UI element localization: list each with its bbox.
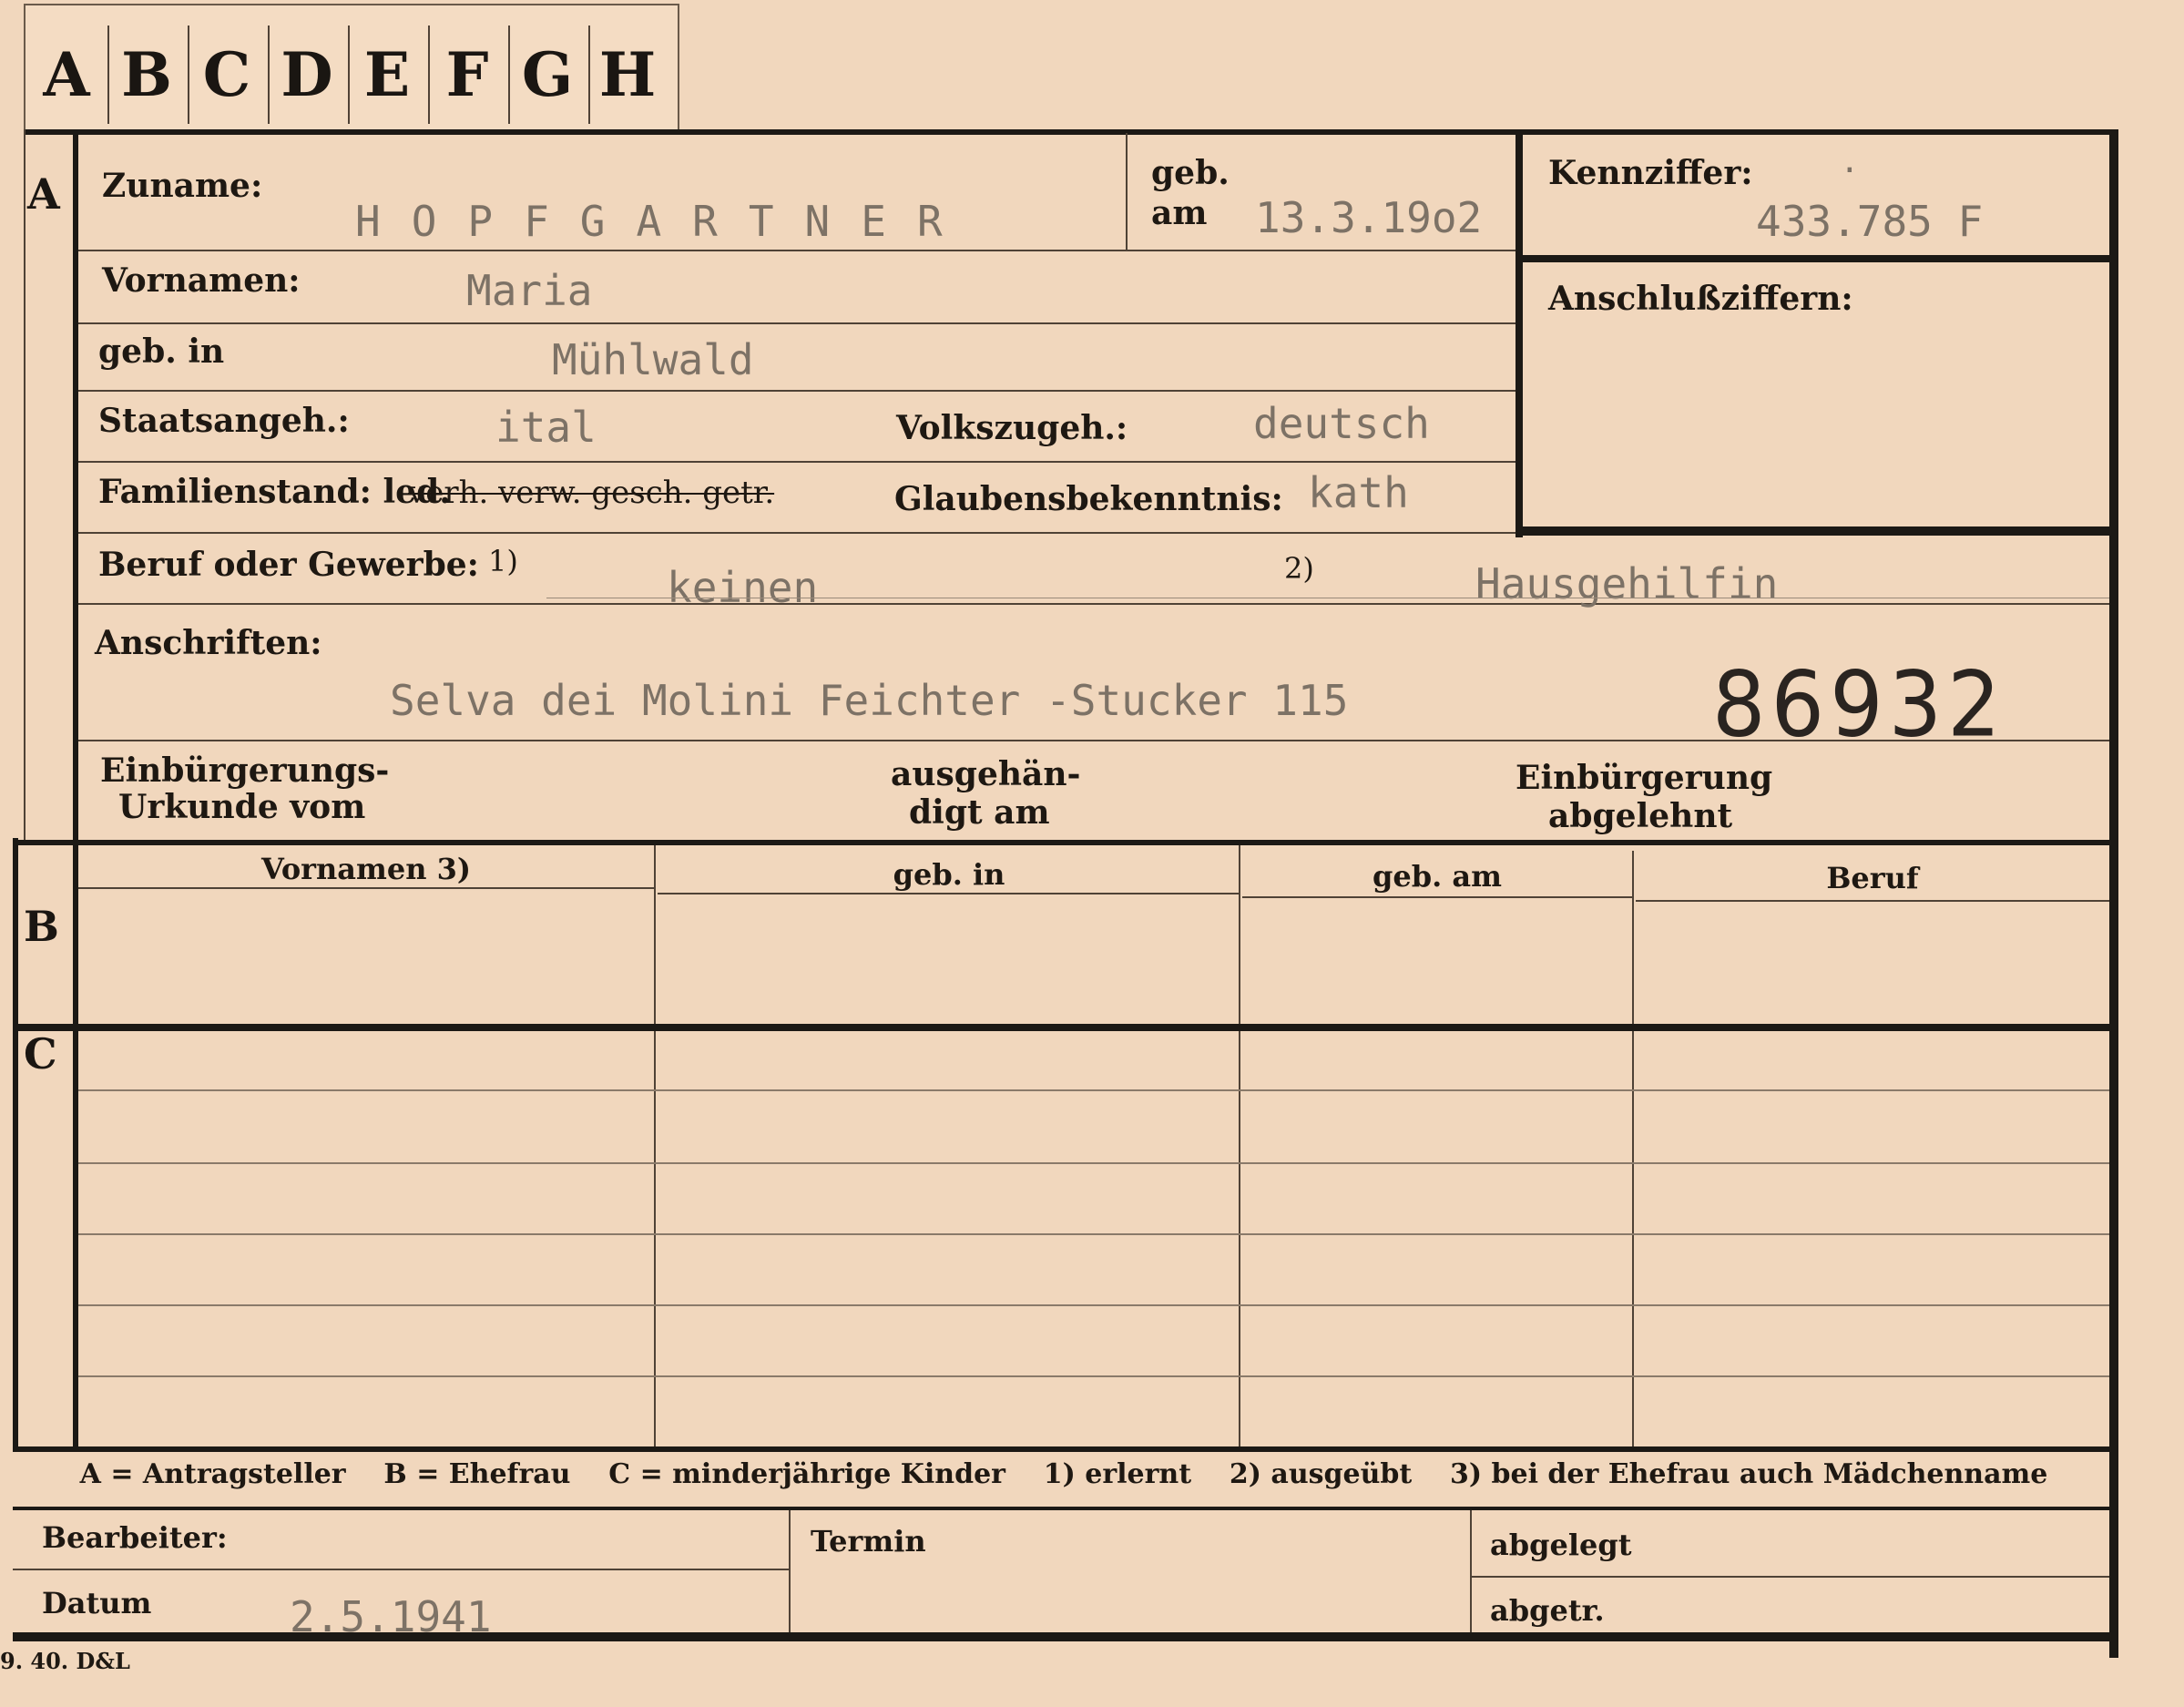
table-header-birthplace: geb. in xyxy=(893,857,1005,892)
sent-label: abgetr. xyxy=(1490,1593,1605,1628)
deadline-label: Termin xyxy=(811,1524,926,1559)
birth-date-label: geb. xyxy=(1151,154,1230,192)
occupation-learned-value: keinen xyxy=(667,563,819,612)
tab-divider xyxy=(107,26,109,124)
tab-divider xyxy=(268,26,270,124)
row-divider xyxy=(78,390,1516,392)
row-divider xyxy=(78,322,1516,324)
birthplace-value: Mühlwald xyxy=(552,335,754,384)
card-top-border xyxy=(24,129,2118,135)
legend-bottom-border xyxy=(13,1507,2109,1510)
tab-divider xyxy=(188,26,189,124)
firstname-label: Vornamen: xyxy=(102,261,301,300)
ethnicity-label: Volkszugeh.: xyxy=(896,409,1128,447)
tab-divider xyxy=(348,26,350,124)
footer-row-line xyxy=(13,1569,789,1570)
section-a-label: A xyxy=(27,169,60,219)
tab-letter: D xyxy=(281,39,333,110)
occupation-practised-value: Hausgehilfin xyxy=(1475,559,1779,608)
tab-divider xyxy=(508,26,510,124)
table-header-line xyxy=(1242,896,1632,898)
family-status-label: Familienstand: led. xyxy=(98,473,451,511)
section-b-label: B xyxy=(24,902,59,951)
table-header-firstnames: Vornamen 3) xyxy=(260,852,472,886)
tab-letter: E xyxy=(363,39,411,110)
birth-date-value: 13.3.19o2 xyxy=(1255,193,1483,242)
footer-divider xyxy=(1470,1510,1472,1634)
card-right-border xyxy=(2109,129,2118,1658)
processor-label: Bearbeiter: xyxy=(42,1520,228,1555)
id-box-left-border xyxy=(1516,133,1523,537)
table-column-divider xyxy=(1632,851,1634,1448)
firstname-value: Maria xyxy=(466,266,593,315)
legend-top-border xyxy=(13,1446,2109,1452)
surname-value: HOPFGARTNER xyxy=(355,197,974,246)
religion-label: Glaubensbekenntnis: xyxy=(894,480,1283,518)
table-header-occupation: Beruf xyxy=(1826,861,1919,895)
print-mark: 9. 40. D&L xyxy=(0,1648,130,1674)
birth-date-label: am xyxy=(1151,194,1208,232)
naturalization-rejected-label: Einbürgerung xyxy=(1516,759,1773,797)
table-row-line xyxy=(78,1089,2109,1091)
date-label: Datum xyxy=(42,1586,152,1620)
citizenship-value: ital xyxy=(495,403,597,452)
occupation-label: Beruf oder Gewerbe: xyxy=(98,546,479,584)
id-label: Kennziffer: xyxy=(1548,154,1753,192)
naturalization-certificate-label: Urkunde vom xyxy=(118,788,366,826)
tab-letter: A xyxy=(43,39,90,110)
handed-over-label: ausgehän- xyxy=(891,755,1081,793)
naturalization-certificate-label: Einbürgerungs- xyxy=(100,751,390,790)
tab-letter: B xyxy=(121,39,172,110)
family-status-struck-options: verh. verw. gesch. getr. xyxy=(408,475,775,511)
row-divider xyxy=(78,250,1516,251)
occupation-note-1: 1) xyxy=(488,544,518,578)
stamp-number: 86932 xyxy=(1712,651,2006,758)
tab-divider xyxy=(588,26,590,124)
table-row-line xyxy=(78,1233,2109,1235)
table-header-line xyxy=(78,887,654,889)
handed-over-label: digt am xyxy=(909,793,1050,832)
filed-label: abgelegt xyxy=(1490,1528,1632,1562)
table-header-birthdate: geb. am xyxy=(1373,859,1502,894)
table-column-divider xyxy=(1239,845,1240,1448)
id-dot: . xyxy=(1840,143,1860,180)
table-header-line xyxy=(1636,900,2109,902)
citizenship-label: Staatsangeh.: xyxy=(98,402,350,440)
id-box-bottom-border xyxy=(1523,526,2109,536)
section-c-top-border xyxy=(13,1024,2109,1031)
section-column-divider xyxy=(73,129,78,1448)
tab-letter: F xyxy=(445,39,489,110)
tab-letter: C xyxy=(202,39,251,110)
address-label: Anschriften: xyxy=(95,624,322,662)
card-bottom-border xyxy=(13,1632,2118,1641)
footer-row-line xyxy=(1470,1576,2109,1578)
table-row-line xyxy=(78,1162,2109,1164)
tab-letter: H xyxy=(598,39,657,110)
naturalization-rejected-label: abgelehnt xyxy=(1548,797,1733,835)
row-divider xyxy=(78,603,2109,605)
cell-divider xyxy=(1126,133,1128,250)
table-header-line xyxy=(658,893,1240,894)
footer-divider xyxy=(789,1510,791,1634)
id-number: 433.785 F xyxy=(1756,197,1984,246)
card-left-border xyxy=(13,838,18,1448)
card-left-border-top xyxy=(24,129,26,840)
table-row-line xyxy=(78,1304,2109,1306)
section-b-top-border xyxy=(13,840,2109,845)
section-c-label: C xyxy=(24,1029,57,1078)
row-divider xyxy=(78,461,1516,463)
address-value: Selva dei Molini Feichter -Stucker 115 xyxy=(390,676,1349,725)
birthplace-label: geb. in xyxy=(98,332,225,371)
occupation-note-2: 2) xyxy=(1284,551,1314,586)
surname-label: Zuname: xyxy=(102,167,263,205)
religion-value: kath xyxy=(1308,468,1409,517)
connection-numbers-label: Anschlußziffern: xyxy=(1548,280,1853,318)
table-column-divider xyxy=(654,845,656,1448)
legend-text: A = Antragsteller B = Ehefrau C = minder… xyxy=(79,1458,2048,1490)
tab-divider xyxy=(428,26,430,124)
ethnicity-value: deutsch xyxy=(1253,399,1430,448)
id-box-divider xyxy=(1523,255,2109,262)
table-row-line xyxy=(78,1375,2109,1377)
tab-letter: G xyxy=(521,39,574,110)
